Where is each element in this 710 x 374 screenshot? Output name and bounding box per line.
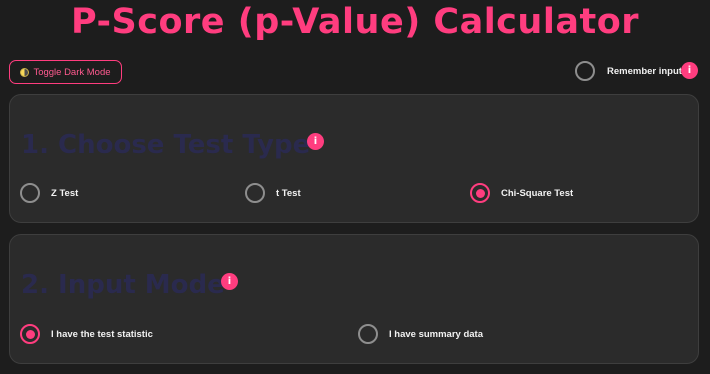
option-t-test[interactable]: t Test [245,183,301,203]
input-mode-info-icon[interactable]: i [221,273,238,290]
remember-inputs-checkbox[interactable] [575,61,595,81]
radio-z-test[interactable] [20,183,40,203]
toggle-dark-mode-button[interactable]: Toggle Dark Mode [9,60,122,84]
test-type-info-icon[interactable]: i [307,133,324,150]
option-chi-square-test-label: Chi-Square Test [501,187,574,199]
half-moon-icon [20,67,30,77]
radio-summary-data[interactable] [358,324,378,344]
input-mode-heading: 2. Input Mode [21,270,225,300]
remember-info-icon[interactable]: i [681,62,698,79]
input-mode-card: 2. Input Mode i I have the test statisti… [9,234,699,364]
option-z-test[interactable]: Z Test [20,183,78,203]
toggle-dark-mode-label: Toggle Dark Mode [33,66,111,78]
radio-test-statistic[interactable] [20,324,40,344]
page-title: P-Score (p-Value) Calculator [70,2,640,42]
test-type-card: 1. Choose Test Type i Z Test t Test Chi-… [9,94,699,223]
option-test-statistic-label: I have the test statistic [51,328,153,340]
remember-inputs-label: Remember inputs [607,65,688,77]
test-type-heading: 1. Choose Test Type [21,130,311,160]
option-summary-data-label: I have summary data [389,328,483,340]
option-chi-square-test[interactable]: Chi-Square Test [470,183,573,203]
radio-t-test[interactable] [245,183,265,203]
remember-inputs: Remember inputs i [575,61,698,81]
option-test-statistic[interactable]: I have the test statistic [20,324,153,344]
option-summary-data[interactable]: I have summary data [358,324,483,344]
option-z-test-label: Z Test [51,187,79,199]
option-t-test-label: t Test [276,187,301,199]
radio-chi-square-test[interactable] [470,183,490,203]
